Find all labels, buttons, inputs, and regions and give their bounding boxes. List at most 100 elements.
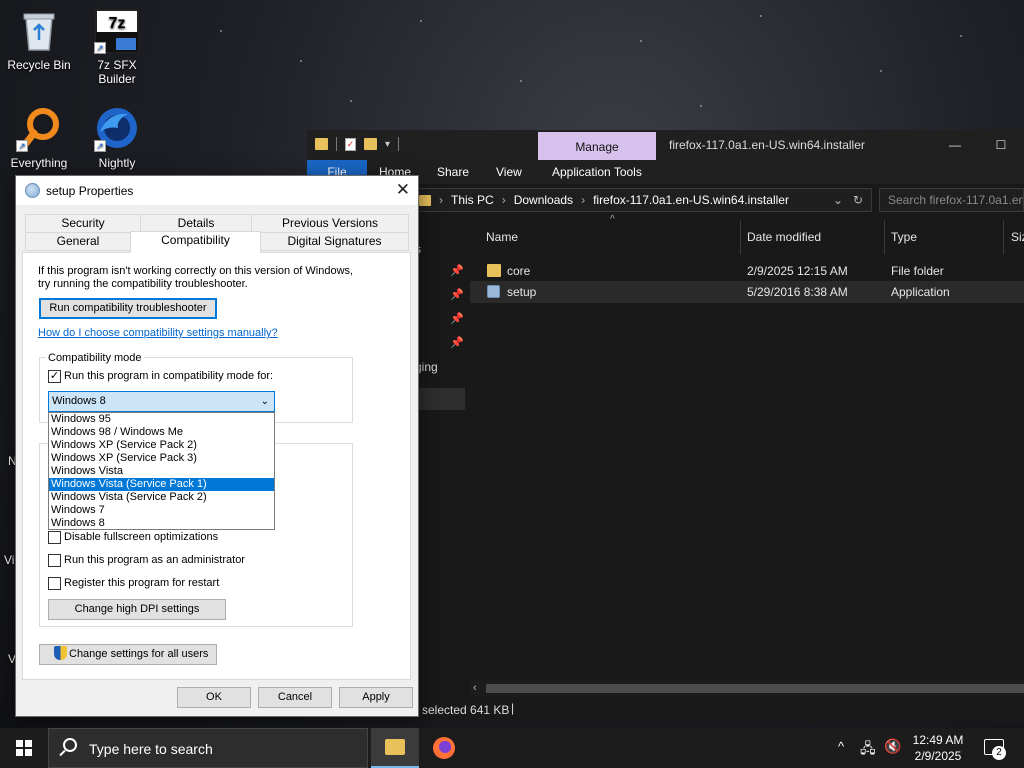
desktop-icon-everything[interactable]: ↗ Everything (0, 106, 78, 170)
application-icon (487, 285, 500, 298)
uac-shield-icon (54, 646, 67, 660)
dropdown-option-highlighted[interactable]: Windows Vista (Service Pack 1) (49, 478, 274, 491)
new-folder-icon[interactable] (364, 138, 377, 150)
setup-app-icon (25, 183, 40, 198)
dropdown-option[interactable]: Windows XP (Service Pack 3) (49, 452, 274, 465)
disable-fullscreen-checkbox[interactable] (48, 531, 61, 544)
quick-access-toolbar: ✓ ▾ (315, 137, 400, 151)
close-icon[interactable]: ✕ (396, 180, 410, 200)
dropdown-option[interactable]: Windows XP (Service Pack 2) (49, 439, 274, 452)
column-header-date-modified[interactable]: Date modified (747, 230, 821, 244)
dropdown-option[interactable]: Windows 7 (49, 504, 274, 517)
file-list: ^ Name Date modified Type Size core 2/9/… (470, 214, 1024, 694)
column-header-name[interactable]: Name (486, 230, 518, 244)
column-header-size[interactable]: Size (1011, 230, 1024, 244)
recycle-bin-icon (16, 8, 62, 54)
change-dpi-button[interactable]: Change high DPI settings (48, 599, 226, 620)
ribbon-tab-application-tools[interactable]: Application Tools (552, 165, 642, 179)
properties-dialog: setup Properties ✕ Security Details Prev… (15, 175, 419, 717)
maximize-icon[interactable]: ☐ (978, 130, 1024, 160)
desktop-icon-7z-sfx-builder[interactable]: 7z ↗ 7z SFX Builder (78, 8, 156, 86)
qat-dropdown-icon[interactable]: ▾ (385, 139, 390, 150)
ok-button[interactable]: OK (177, 687, 251, 708)
register-restart-label: Register this program for restart (64, 577, 220, 589)
refresh-icon[interactable]: ↻ (853, 193, 863, 207)
file-explorer-icon (385, 739, 405, 755)
dropdown-option[interactable]: Windows Vista (49, 465, 274, 478)
network-icon[interactable]: 🖧 (860, 738, 876, 768)
search-icon (63, 738, 77, 752)
ribbon-tab-share[interactable]: Share (437, 165, 469, 179)
show-hidden-icons-icon[interactable]: ^ (838, 739, 844, 768)
desktop-icon-nightly[interactable]: ↗ Nightly (78, 106, 156, 170)
run-as-admin-checkbox[interactable] (48, 554, 61, 567)
address-bar[interactable]: › This PC › Downloads › firefox-117.0a1.… (412, 188, 872, 212)
sort-up-icon: ^ (610, 214, 615, 225)
properties-icon[interactable]: ✓ (345, 137, 356, 151)
shortcut-arrow-icon: ↗ (16, 140, 28, 152)
file-type: File folder (891, 264, 944, 278)
tab-general[interactable]: General (25, 232, 131, 251)
breadcrumb-downloads[interactable]: Downloads (514, 193, 573, 207)
run-troubleshooter-button[interactable]: Run compatibility troubleshooter (39, 298, 217, 319)
compat-os-dropdown-list: Windows 95 Windows 98 / Windows Me Windo… (48, 412, 275, 530)
horizontal-scrollbar[interactable]: ‹ (470, 680, 1024, 697)
dropdown-option[interactable]: Windows 95 (49, 413, 274, 426)
file-name: setup (507, 285, 537, 299)
ribbon-tab-manage[interactable]: Manage (538, 132, 656, 160)
apply-button[interactable]: Apply (339, 687, 413, 708)
shortcut-arrow-icon: ↗ (94, 42, 106, 54)
minimize-icon[interactable]: — (932, 130, 978, 160)
intro-text-line2: try running the compatibility troublesho… (38, 278, 248, 290)
search-input[interactable]: Search firefox-117.0a1.en-US.win64.insta… (879, 188, 1024, 212)
register-restart-checkbox[interactable] (48, 577, 61, 590)
dropdown-option[interactable]: Windows 98 / Windows Me (49, 426, 274, 439)
help-link[interactable]: How do I choose compatibility settings m… (38, 327, 278, 339)
column-header-type[interactable]: Type (891, 230, 917, 244)
taskbar-search-box[interactable]: Type here to search (48, 728, 368, 768)
breadcrumb-installer-folder[interactable]: firefox-117.0a1.en-US.win64.installer (593, 193, 789, 207)
7z-icon: 7z ↗ (94, 8, 140, 54)
dialog-titlebar: setup Properties ✕ (16, 176, 418, 205)
compat-os-select[interactable]: Windows 8 ⌄ (48, 391, 275, 412)
windows-logo-icon (16, 740, 32, 756)
file-row[interactable]: core 2/9/2025 12:15 AM File folder (470, 260, 1024, 282)
ribbon-tab-view[interactable]: View (496, 165, 522, 179)
taskbar-firefox[interactable] (420, 728, 468, 768)
change-all-users-label: Change settings for all users (69, 648, 209, 660)
start-button[interactable] (0, 728, 48, 768)
combo-value: Windows 8 (52, 395, 106, 407)
scrollbar-thumb[interactable] (486, 684, 1024, 693)
compat-mode-label: Run this program in compatibility mode f… (64, 370, 274, 382)
explorer-title: firefox-117.0a1.en-US.win64.installer (669, 138, 865, 152)
change-all-users-button[interactable]: Change settings for all users (39, 644, 217, 665)
pin-icon: 📌 (450, 337, 464, 349)
chevron-down-icon: ⌄ (260, 396, 269, 407)
tab-digital-signatures[interactable]: Digital Signatures (260, 232, 409, 251)
folder-icon (487, 264, 501, 277)
clock[interactable]: 12:49 AM 2/9/2025 (900, 732, 976, 764)
file-date: 5/29/2016 8:38 AM (747, 285, 848, 299)
breadcrumb-this-pc[interactable]: This PC (451, 193, 494, 207)
desktop-icon-recycle-bin[interactable]: Recycle Bin (0, 8, 78, 72)
desktop-partial-label: Vi (4, 553, 15, 567)
folder-icon (419, 195, 431, 206)
scroll-left-icon[interactable]: ‹ (473, 680, 477, 697)
dropdown-option[interactable]: Windows Vista (Service Pack 2) (49, 491, 274, 504)
chevron-down-icon[interactable]: ⌄ (833, 193, 843, 207)
tab-compatibility[interactable]: Compatibility (130, 231, 261, 253)
taskbar-file-explorer[interactable] (371, 728, 419, 768)
dropdown-option[interactable]: Windows 8 (49, 517, 274, 530)
file-date: 2/9/2025 12:15 AM (747, 264, 848, 278)
cancel-button[interactable]: Cancel (258, 687, 332, 708)
folder-icon[interactable] (315, 138, 328, 150)
notification-count-badge: 2 (992, 746, 1006, 760)
breadcrumb: › This PC › Downloads › firefox-117.0a1.… (419, 193, 789, 207)
compat-mode-checkbox[interactable]: ✓ (48, 370, 61, 383)
firefox-icon (433, 737, 455, 759)
file-row[interactable]: setup 5/29/2016 8:38 AM Application (470, 281, 1024, 303)
tab-security[interactable]: Security (25, 214, 141, 233)
pin-icon: 📌 (450, 313, 464, 325)
tab-previous-versions[interactable]: Previous Versions (251, 214, 409, 233)
volume-muted-icon[interactable]: 🔇 (884, 738, 901, 768)
